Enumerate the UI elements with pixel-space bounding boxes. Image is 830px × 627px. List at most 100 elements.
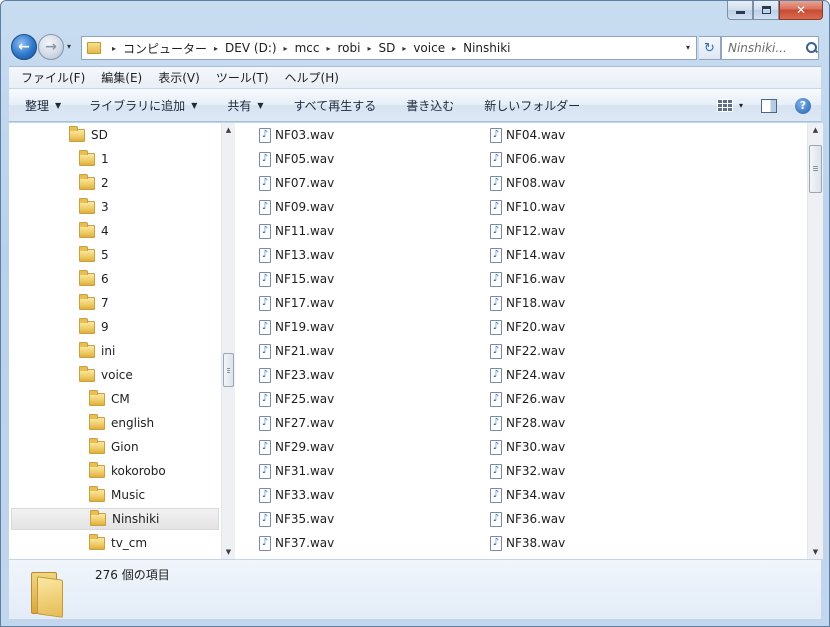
tree-item[interactable]: tv_cm (89, 532, 147, 554)
breadcrumb-item[interactable]: voice (413, 41, 445, 55)
file-item[interactable]: ♪ NF06.wav (490, 148, 565, 170)
breadcrumb-item[interactable]: robi (337, 41, 360, 55)
search-icon[interactable] (806, 42, 818, 54)
tree-item[interactable]: CM (89, 388, 130, 410)
file-item[interactable]: ♪ NF04.wav (490, 124, 565, 146)
file-item[interactable]: ♪ NF15.wav (259, 268, 334, 290)
menu-edit[interactable]: 編集(E) (93, 69, 150, 86)
help-icon[interactable]: ? (795, 97, 811, 114)
file-item[interactable]: ♪ NF28.wav (490, 412, 565, 434)
file-item[interactable]: ♪ NF21.wav (259, 340, 334, 362)
preview-pane-icon[interactable] (761, 98, 777, 113)
file-item[interactable]: ♪ NF32.wav (490, 460, 565, 482)
file-item[interactable]: ♪ NF35.wav (259, 508, 334, 530)
breadcrumb-item[interactable]: コンピューター (123, 40, 207, 57)
breadcrumb-separator[interactable]: ▸ (326, 44, 330, 53)
recent-pages-dropdown[interactable]: ▾ (67, 42, 71, 51)
tree-item[interactable]: kokorobo (89, 460, 166, 482)
tree-item[interactable]: english (89, 412, 154, 434)
breadcrumb-item[interactable]: Ninshiki (463, 41, 510, 55)
file-item[interactable]: ♪ NF07.wav (259, 172, 334, 194)
file-item[interactable]: ♪ NF17.wav (259, 292, 334, 314)
tree-item[interactable]: SD (69, 124, 108, 146)
views-dropdown-icon[interactable]: ▾ (739, 101, 743, 110)
scroll-down-arrow[interactable]: ▼ (808, 545, 823, 559)
file-item[interactable]: ♪ NF14.wav (490, 244, 565, 266)
command-button[interactable]: ライブラリに追加 ▼ (79, 97, 207, 114)
file-item[interactable]: ♪ NF34.wav (490, 484, 565, 506)
file-item[interactable]: ♪ NF25.wav (259, 388, 334, 410)
menu-tools[interactable]: ツール(T) (208, 69, 277, 86)
file-item[interactable]: ♪ NF18.wav (490, 292, 565, 314)
breadcrumb-item[interactable]: SD (378, 41, 395, 55)
command-button[interactable]: 書き込む (396, 97, 464, 114)
tree-item[interactable]: Gion (89, 436, 139, 458)
scroll-down-arrow[interactable]: ▼ (222, 545, 235, 559)
file-item[interactable]: ♪ NF08.wav (490, 172, 565, 194)
breadcrumb-item[interactable]: DEV (D:) (225, 41, 277, 55)
command-button[interactable]: すべて再生する (284, 97, 387, 114)
file-item[interactable]: ♪ NF30.wav (490, 436, 565, 458)
tree-item[interactable]: voice (79, 364, 133, 386)
file-item[interactable]: ♪ NF12.wav (490, 220, 565, 242)
address-bar[interactable]: ▸ コンピューター ▸ DEV (D:) ▸ mcc ▸ robi ▸ SD ▸ voice ▸ Nins… (81, 36, 697, 60)
file-item[interactable]: ♪ NF27.wav (259, 412, 334, 434)
breadcrumb-separator[interactable]: ▸ (112, 44, 116, 53)
search-input[interactable] (728, 41, 804, 55)
tree-item[interactable]: 3 (79, 196, 109, 218)
command-button[interactable]: 新しいフォルダー (474, 97, 590, 114)
file-item[interactable]: ♪ NF37.wav (259, 532, 334, 554)
menu-help[interactable]: ヘルプ(H) (277, 69, 347, 86)
tree-item[interactable]: Music (89, 484, 145, 506)
file-item[interactable]: ♪ NF31.wav (259, 460, 334, 482)
breadcrumb-separator[interactable]: ▸ (214, 44, 218, 53)
file-item[interactable]: ♪ NF24.wav (490, 364, 565, 386)
scrollbar-thumb[interactable] (223, 353, 234, 387)
forward-button[interactable]: → (38, 34, 64, 60)
file-item[interactable]: ♪ NF26.wav (490, 388, 565, 410)
file-item[interactable]: ♪ NF13.wav (259, 244, 334, 266)
maximize-button[interactable] (753, 1, 779, 20)
breadcrumb-item[interactable]: mcc (295, 41, 320, 55)
file-item[interactable]: ♪ NF33.wav (259, 484, 334, 506)
tree-item[interactable]: Ninshiki (11, 508, 219, 530)
scroll-up-arrow[interactable]: ▲ (222, 123, 235, 137)
views-icon[interactable] (716, 99, 733, 112)
file-item[interactable]: ♪ NF36.wav (490, 508, 565, 530)
navigation-pane-scrollbar[interactable]: ▲ ▼ (221, 123, 235, 559)
file-item[interactable]: ♪ NF11.wav (259, 220, 334, 242)
search-box[interactable] (721, 36, 819, 60)
address-dropdown[interactable]: ▾ (686, 43, 690, 52)
file-item[interactable]: ♪ NF22.wav (490, 340, 565, 362)
file-item[interactable]: ♪ NF03.wav (259, 124, 334, 146)
minimize-button[interactable] (727, 1, 753, 20)
file-list-scrollbar[interactable]: ▲ ▼ (807, 123, 823, 559)
breadcrumb-separator[interactable]: ▸ (367, 44, 371, 53)
tree-item[interactable]: 1 (79, 148, 109, 170)
file-item[interactable]: ♪ NF19.wav (259, 316, 334, 338)
breadcrumb-separator[interactable]: ▸ (452, 44, 456, 53)
breadcrumb-separator[interactable]: ▸ (402, 44, 406, 53)
file-item[interactable]: ♪ NF09.wav (259, 196, 334, 218)
tree-item[interactable]: 2 (79, 172, 109, 194)
tree-item[interactable]: 4 (79, 220, 109, 242)
command-button[interactable]: 整理 ▼ (15, 97, 71, 114)
refresh-button[interactable]: ↻ (699, 36, 721, 60)
scrollbar-thumb[interactable] (809, 145, 822, 193)
tree-item[interactable]: 5 (79, 244, 109, 266)
tree-item[interactable]: 6 (79, 268, 109, 290)
menu-view[interactable]: 表示(V) (150, 69, 208, 86)
breadcrumb-separator[interactable]: ▸ (284, 44, 288, 53)
file-item[interactable]: ♪ NF16.wav (490, 268, 565, 290)
scroll-up-arrow[interactable]: ▲ (808, 123, 823, 137)
tree-item[interactable]: 7 (79, 292, 109, 314)
file-item[interactable]: ♪ NF10.wav (490, 196, 565, 218)
file-item[interactable]: ♪ NF05.wav (259, 148, 334, 170)
menu-file[interactable]: ファイル(F) (13, 69, 93, 86)
command-button[interactable]: 共有 ▼ (217, 97, 273, 114)
file-item[interactable]: ♪ NF20.wav (490, 316, 565, 338)
back-button[interactable]: ← (11, 34, 37, 60)
file-item[interactable]: ♪ NF23.wav (259, 364, 334, 386)
file-item[interactable]: ♪ NF29.wav (259, 436, 334, 458)
tree-item[interactable]: ini (79, 340, 115, 362)
